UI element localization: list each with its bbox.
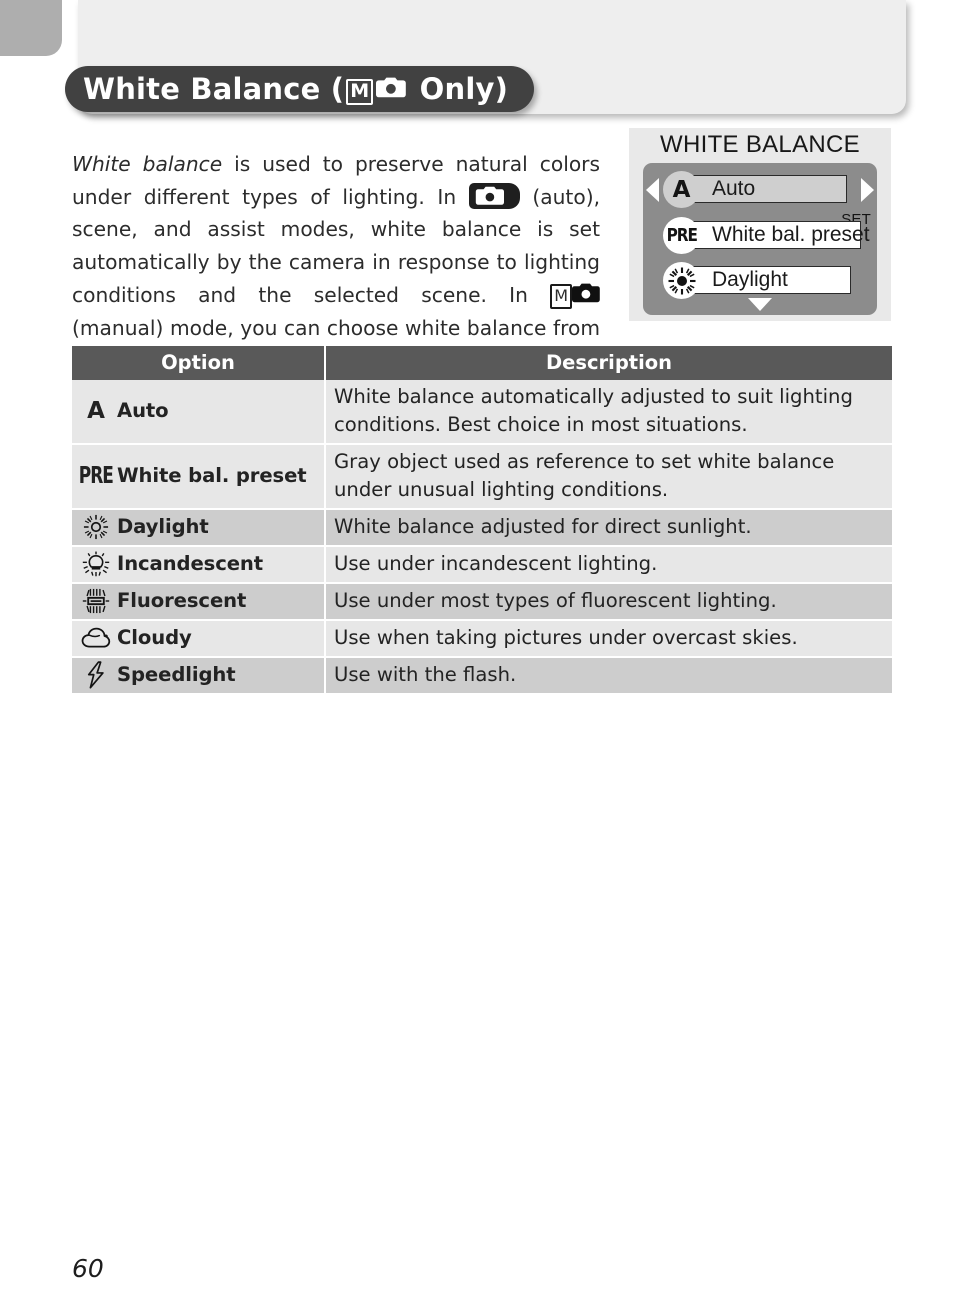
- table-row: Daylight White balance adjusted for dire…: [72, 509, 892, 547]
- description-cell: Use under most types of fluorescent ligh…: [325, 583, 892, 621]
- page-title: White Balance (M Only): [83, 74, 508, 105]
- fluorescent-tube-icon: [79, 588, 113, 614]
- table-row: Incandescent Use under incandescent ligh…: [72, 546, 892, 584]
- table-header-row: Option Description: [72, 346, 892, 380]
- table-row: A Auto White balance automatically adjus…: [72, 380, 892, 445]
- table-row: Speedlight Use with the flash.: [72, 657, 892, 695]
- description-cell: Use under incandescent lighting.: [325, 546, 892, 584]
- option-cell-fluorescent: Fluorescent: [72, 583, 326, 621]
- lcd-item-white-bal-preset[interactable]: White bal. preset: [681, 221, 870, 249]
- pre-icon: PRE: [663, 217, 700, 254]
- description-cell: White balance adjusted for direct sunlig…: [325, 509, 892, 547]
- option-cell-white-bal-preset: PRE White bal. preset: [72, 444, 326, 510]
- option-label: Auto: [117, 399, 169, 422]
- white-balance-options-table: Option Description A Auto White balance …: [72, 346, 892, 695]
- pre-icon: PRE: [78, 463, 114, 489]
- lcd-title: WHITE BALANCE: [660, 131, 860, 158]
- page-title-banner: White Balance (M Only): [65, 66, 535, 112]
- flash-bolt-icon: [79, 661, 113, 689]
- down-arrow-icon[interactable]: [748, 298, 772, 311]
- mode-m-icon: M: [346, 78, 374, 105]
- lcd-item-label: Auto: [712, 177, 756, 200]
- option-cell-incandescent: Incandescent: [72, 546, 326, 584]
- option-cell-speedlight: Speedlight: [72, 657, 326, 695]
- auto-camera-badge-icon: [468, 182, 520, 209]
- left-arrow-icon[interactable]: [646, 178, 659, 202]
- camera-icon: [376, 74, 407, 103]
- lcd-item-daylight[interactable]: Daylight: [681, 266, 851, 294]
- intro-paragraph: White balance is used to preserve natura…: [72, 148, 600, 377]
- page-title-text-after: Only): [409, 71, 509, 106]
- page-number: 60: [72, 1254, 104, 1283]
- table-row: PRE White bal. preset Gray object used a…: [72, 444, 892, 510]
- description-cell: Use when taking pictures under overcast …: [325, 620, 892, 658]
- right-arrow-icon[interactable]: [861, 178, 874, 202]
- intro-lead-italic: White balance: [72, 152, 223, 177]
- lcd-item-auto[interactable]: Auto: [681, 175, 847, 203]
- lightbulb-icon: [79, 551, 113, 577]
- letter-a-icon: A: [663, 171, 700, 208]
- option-cell-auto: A Auto: [72, 380, 326, 445]
- option-label: White bal. preset: [117, 464, 307, 487]
- manual-mode-m-icon: M: [550, 283, 572, 309]
- lcd-menu-figure: WHITE BALANCE Auto A SET White bal. pres…: [629, 128, 891, 321]
- column-header-option: Option: [72, 346, 326, 380]
- option-label: Daylight: [117, 515, 209, 538]
- sun-icon: [79, 514, 113, 540]
- page-corner-tab: [0, 0, 62, 56]
- lcd-screen: Auto A SET White bal. preset PRE Dayligh…: [643, 163, 877, 315]
- table-row: Cloudy Use when taking pictures under ov…: [72, 620, 892, 658]
- option-label: Speedlight: [117, 663, 236, 686]
- description-cell: White balance automatically adjusted to …: [325, 380, 892, 445]
- cloud-icon: [79, 626, 113, 650]
- table-row: Fluorescent Use under most types of fluo…: [72, 583, 892, 621]
- option-cell-cloudy: Cloudy: [72, 620, 326, 658]
- lcd-item-label: Daylight: [712, 268, 788, 291]
- manual-page: White Balance (M Only) White balance is …: [0, 0, 954, 1314]
- option-label: Fluorescent: [117, 589, 247, 612]
- option-label: Cloudy: [117, 626, 192, 649]
- lcd-item-label: White bal. preset: [712, 223, 870, 246]
- option-label: Incandescent: [117, 552, 264, 575]
- letter-a-icon: A: [87, 398, 105, 424]
- sun-icon: [663, 262, 700, 299]
- description-cell: Gray object used as reference to set whi…: [325, 444, 892, 510]
- page-title-text-before: White Balance (: [83, 71, 345, 106]
- description-cell: Use with the flash.: [325, 657, 892, 695]
- option-cell-daylight: Daylight: [72, 509, 326, 547]
- column-header-description: Description: [325, 346, 892, 380]
- camera-icon: [572, 280, 600, 313]
